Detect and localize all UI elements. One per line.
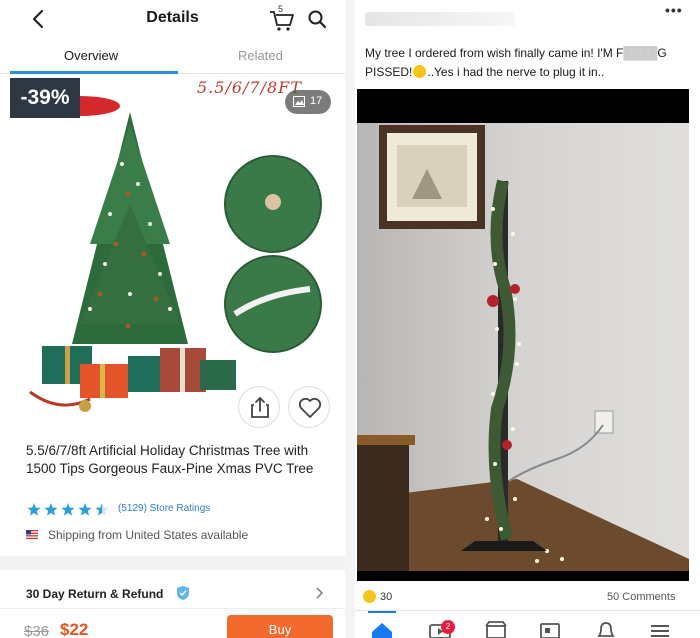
- comment-count-link[interactable]: 50 Comments: [607, 591, 675, 603]
- photo-count-pill[interactable]: 17: [285, 90, 331, 114]
- star-icon: [95, 503, 109, 516]
- tab-related[interactable]: Related: [238, 48, 283, 63]
- store-ratings-link[interactable]: (5129) Store Ratings: [118, 503, 210, 514]
- row-divider: [0, 608, 345, 609]
- section-divider: [0, 556, 345, 570]
- rating-stars: [27, 503, 109, 516]
- chevron-right-icon: [316, 587, 324, 599]
- star-icon: [61, 503, 75, 516]
- star-icon: [78, 503, 92, 516]
- active-tab-indicator: [10, 71, 178, 74]
- heart-icon: [298, 397, 322, 418]
- nav-separator: [355, 610, 700, 611]
- home-icon[interactable]: [369, 620, 395, 638]
- haha-reaction-icon: [363, 590, 376, 603]
- wishlist-button[interactable]: [288, 386, 330, 428]
- post-author-blurred: [365, 12, 515, 26]
- buy-button[interactable]: Buy: [227, 615, 333, 638]
- bottom-nav: [355, 614, 700, 638]
- shield-icon: [177, 586, 189, 600]
- notifications-bell-icon[interactable]: [593, 620, 619, 638]
- us-flag-icon: [26, 530, 38, 539]
- sad-tree-photo: [357, 123, 689, 571]
- reaction-summary[interactable]: 30: [363, 590, 392, 603]
- news-icon[interactable]: [537, 620, 563, 638]
- unamused-emoji-icon: [413, 65, 427, 78]
- discount-badge: -39%: [10, 78, 80, 118]
- reaction-count: 30: [380, 591, 393, 603]
- post-photo[interactable]: [357, 89, 689, 581]
- original-price: $36: [24, 623, 50, 638]
- shopping-app-panel: Details 5 Overview Related -39% 5.5/6/7/…: [0, 0, 345, 638]
- star-icon: [27, 503, 41, 516]
- post-text-part-1: My tree I ordered from wish finally came…: [365, 46, 624, 60]
- tab-overview[interactable]: Overview: [64, 48, 118, 63]
- product-gallery[interactable]: -39% 5.5/6/7/8FT 17: [10, 76, 345, 431]
- post-text: My tree I ordered from wish finally came…: [365, 44, 693, 82]
- marketplace-icon[interactable]: [483, 620, 509, 638]
- photo-count: 17: [310, 95, 323, 107]
- active-nav-indicator: [368, 611, 396, 613]
- search-icon[interactable]: [307, 9, 327, 29]
- shipping-info: Shipping from United States available: [48, 528, 249, 542]
- panel-divider: [345, 0, 355, 638]
- return-policy-label: 30 Day Return & Refund: [26, 587, 164, 601]
- star-icon: [44, 503, 58, 516]
- social-post-panel: ••• My tree I ordered from wish finally …: [355, 0, 700, 638]
- app-header: Details 5: [0, 0, 345, 38]
- christmas-tree-product-image: [29, 96, 322, 412]
- image-icon: [293, 96, 305, 107]
- censored-word: ████: [623, 46, 658, 60]
- post-text-part-3: ..Yes i had the nerve to plug it in..: [427, 65, 605, 79]
- sale-price: $22: [60, 620, 89, 638]
- menu-icon[interactable]: [647, 620, 673, 638]
- watch-notification-badge: 2: [441, 620, 455, 634]
- cart-count-badge: 5: [278, 4, 284, 14]
- product-title: 5.5/6/7/8ft Artificial Holiday Christmas…: [26, 443, 314, 476]
- more-options-icon[interactable]: •••: [665, 2, 683, 18]
- share-icon: [251, 396, 269, 418]
- share-button[interactable]: [238, 386, 280, 428]
- tab-bar: Overview Related: [0, 40, 345, 74]
- return-policy-row[interactable]: 30 Day Return & Refund: [0, 580, 345, 606]
